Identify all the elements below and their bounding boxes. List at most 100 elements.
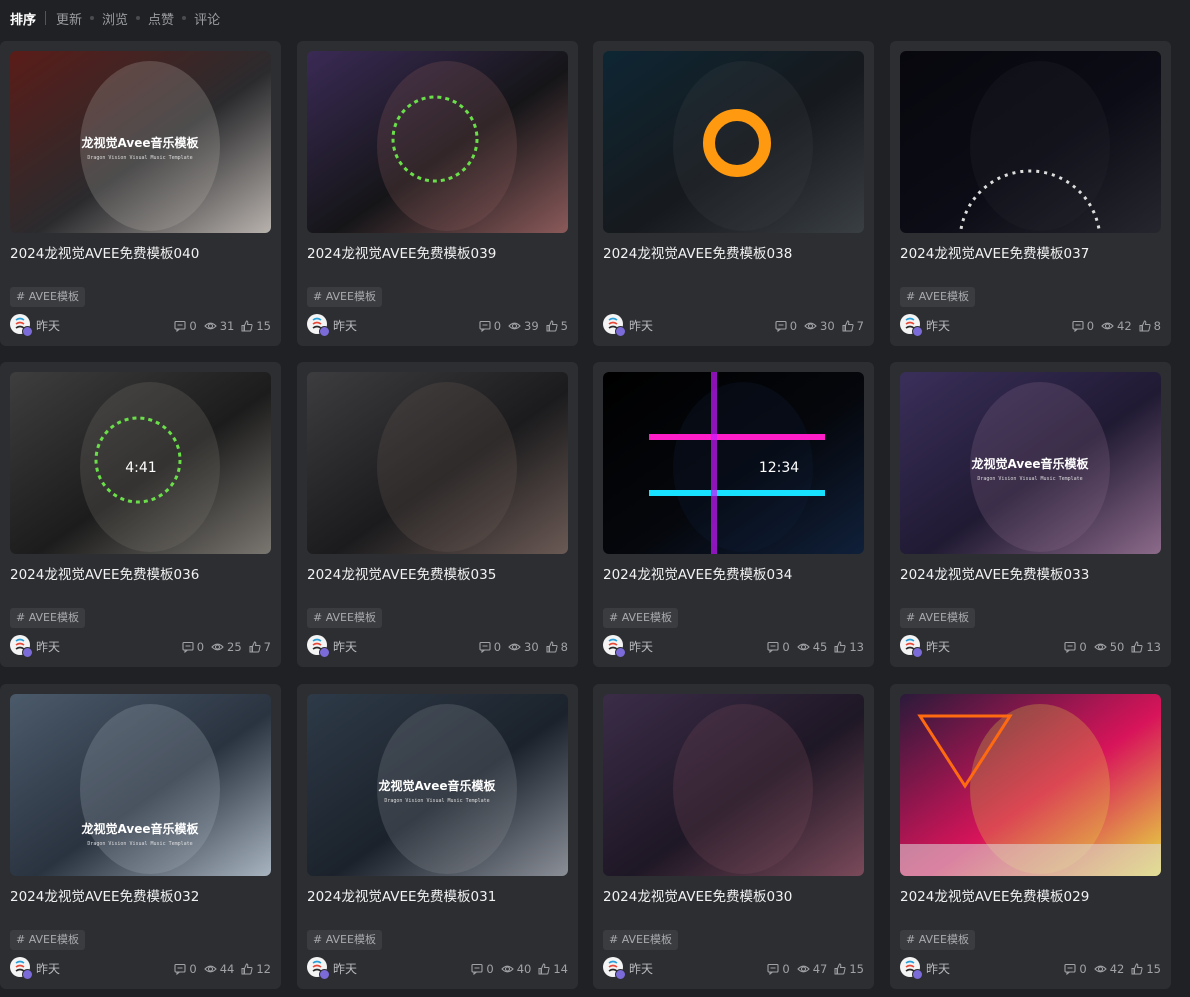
comment-stat: 0 — [182, 640, 204, 654]
avatar[interactable] — [603, 635, 626, 658]
template-thumbnail[interactable]: 龙视觉Avee音乐模板 Dragon Vision Visual Music Te… — [307, 694, 568, 876]
tag-badge[interactable]: # AVEE模板 — [307, 287, 382, 307]
comment-icon — [471, 963, 483, 975]
template-thumbnail[interactable]: 龙视觉Avee音乐模板 Dragon Vision Visual Music Te… — [10, 694, 271, 876]
tag-badge[interactable]: # AVEE模板 — [10, 608, 85, 628]
verified-badge-icon — [615, 969, 626, 980]
avatar[interactable] — [307, 635, 330, 658]
tag-badge[interactable]: # AVEE模板 — [307, 608, 382, 628]
thumbnail-art: 龙视觉Avee音乐模板 Dragon Vision Visual Music Te… — [900, 372, 1161, 554]
template-thumbnail[interactable] — [900, 51, 1161, 233]
template-title[interactable]: 2024龙视觉AVEE免费模板034 — [603, 563, 865, 583]
like-stat: 13 — [1131, 640, 1161, 654]
thumbnail-art — [307, 51, 568, 233]
template-title[interactable]: 2024龙视觉AVEE免费模板035 — [307, 563, 569, 583]
template-card[interactable]: 2024龙视觉AVEE免费模板037 # AVEE模板 昨天 0 42 8 — [890, 41, 1171, 346]
avatar[interactable] — [10, 635, 33, 658]
comment-icon — [767, 963, 779, 975]
like-icon — [1139, 320, 1151, 332]
template-card[interactable]: 2024龙视觉AVEE免费模板038 昨天 0 30 7 — [593, 41, 874, 346]
tag-badge[interactable]: # AVEE模板 — [900, 930, 975, 950]
thumbnail-art: 12:34 — [603, 372, 864, 554]
template-card[interactable]: 2024龙视觉AVEE免费模板030 # AVEE模板 昨天 0 47 15 — [593, 684, 874, 989]
sort-option-likes[interactable]: 点赞 — [148, 9, 174, 28]
template-card[interactable]: 12:34 2024龙视觉AVEE免费模板034 # AVEE模板 昨天 0 45 13 — [593, 362, 874, 667]
template-title[interactable]: 2024龙视觉AVEE免费模板029 — [900, 885, 1162, 905]
eye-count: 40 — [516, 962, 532, 976]
template-card[interactable]: 4:41 2024龙视觉AVEE免费模板036 # AVEE模板 昨天 0 25 7 — [0, 362, 281, 667]
eye-icon — [508, 643, 521, 651]
template-thumbnail[interactable] — [900, 694, 1161, 876]
author-time: 昨天 — [36, 319, 61, 333]
eye-count: 39 — [524, 319, 539, 333]
avatar[interactable] — [603, 314, 626, 337]
template-title[interactable]: 2024龙视觉AVEE免费模板037 — [900, 242, 1162, 262]
sort-option-views[interactable]: 浏览 — [102, 9, 128, 28]
thumbnail-clock-text: 12:34 — [759, 460, 799, 476]
template-title[interactable]: 2024龙视觉AVEE免费模板032 — [10, 885, 272, 905]
avatar[interactable] — [307, 957, 330, 980]
template-thumbnail[interactable]: 4:41 — [10, 372, 271, 554]
eye-stat: 42 — [1093, 962, 1125, 976]
comment-stat: 0 — [767, 962, 790, 976]
eye-stat: 40 — [500, 962, 532, 976]
template-thumbnail[interactable] — [307, 372, 568, 554]
tag-badge[interactable]: # AVEE模板 — [603, 608, 678, 628]
comment-icon — [479, 320, 491, 332]
template-card[interactable]: 2024龙视觉AVEE免费模板035 # AVEE模板 昨天 0 30 8 — [297, 362, 578, 667]
eye-count: 42 — [1109, 962, 1125, 976]
eye-stat: 47 — [796, 962, 827, 976]
template-thumbnail[interactable] — [603, 51, 864, 233]
template-title[interactable]: 2024龙视觉AVEE免费模板038 — [603, 242, 865, 262]
comment-count: 0 — [1079, 640, 1087, 654]
template-card[interactable]: 2024龙视觉AVEE免费模板039 # AVEE模板 昨天 0 39 5 — [297, 41, 578, 346]
avatar[interactable] — [900, 635, 923, 658]
template-title[interactable]: 2024龙视觉AVEE免费模板039 — [307, 242, 569, 262]
tag-badge[interactable]: # AVEE模板 — [603, 930, 678, 950]
template-card[interactable]: 龙视觉Avee音乐模板 Dragon Vision Visual Music Te… — [297, 684, 578, 989]
template-card[interactable]: 2024龙视觉AVEE免费模板029 # AVEE模板 昨天 0 42 15 — [890, 684, 1171, 989]
avatar[interactable] — [603, 957, 626, 980]
avatar[interactable] — [900, 314, 923, 337]
template-thumbnail[interactable]: 龙视觉Avee音乐模板 Dragon Vision Visual Music Te… — [900, 372, 1161, 554]
template-card[interactable]: 龙视觉Avee音乐模板 Dragon Vision Visual Music Te… — [890, 362, 1171, 667]
eye-icon — [1101, 322, 1114, 330]
template-thumbnail[interactable] — [603, 694, 864, 876]
like-count: 7 — [856, 319, 864, 333]
comment-icon — [1064, 641, 1076, 653]
template-title[interactable]: 2024龙视觉AVEE免费模板031 — [307, 885, 569, 905]
like-count: 15 — [849, 962, 864, 976]
thumbnail-art — [900, 694, 1161, 876]
template-title[interactable]: 2024龙视觉AVEE免费模板030 — [603, 885, 865, 905]
tag-badge[interactable]: # AVEE模板 — [10, 930, 85, 950]
like-icon — [538, 963, 550, 975]
avatar[interactable] — [10, 957, 33, 980]
template-thumbnail[interactable] — [307, 51, 568, 233]
template-thumbnail[interactable]: 龙视觉Avee音乐模板 Dragon Vision Visual Music Te… — [10, 51, 271, 233]
template-title[interactable]: 2024龙视觉AVEE免费模板040 — [10, 242, 272, 262]
thumbnail-art: 龙视觉Avee音乐模板 Dragon Vision Visual Music Te… — [10, 51, 271, 233]
like-stat: 13 — [834, 640, 864, 654]
template-title[interactable]: 2024龙视觉AVEE免费模板036 — [10, 563, 272, 583]
template-thumbnail[interactable]: 12:34 — [603, 372, 864, 554]
author-time: 昨天 — [333, 640, 358, 654]
tag-badge[interactable]: # AVEE模板 — [10, 287, 85, 307]
tag-badge[interactable]: # AVEE模板 — [900, 287, 975, 307]
tag-badge[interactable]: # AVEE模板 — [307, 930, 382, 950]
avatar[interactable] — [307, 314, 330, 337]
thumbnail-subcaption: Dragon Vision Visual Music Template — [87, 841, 192, 847]
like-stat: 15 — [834, 962, 864, 976]
verified-badge-icon — [912, 326, 923, 337]
comment-stat: 0 — [174, 962, 197, 976]
sort-option-update[interactable]: 更新 — [56, 9, 82, 28]
template-card[interactable]: 龙视觉Avee音乐模板 Dragon Vision Visual Music Te… — [0, 41, 281, 346]
eye-icon — [796, 643, 810, 651]
comment-stat: 0 — [479, 319, 501, 333]
template-title[interactable]: 2024龙视觉AVEE免费模板033 — [900, 563, 1162, 583]
avatar[interactable] — [900, 957, 923, 980]
avatar[interactable] — [10, 314, 33, 337]
template-card[interactable]: 龙视觉Avee音乐模板 Dragon Vision Visual Music Te… — [0, 684, 281, 989]
tag-badge[interactable]: # AVEE模板 — [900, 608, 975, 628]
eye-stat: 42 — [1101, 319, 1132, 333]
sort-option-comments[interactable]: 评论 — [194, 9, 220, 28]
